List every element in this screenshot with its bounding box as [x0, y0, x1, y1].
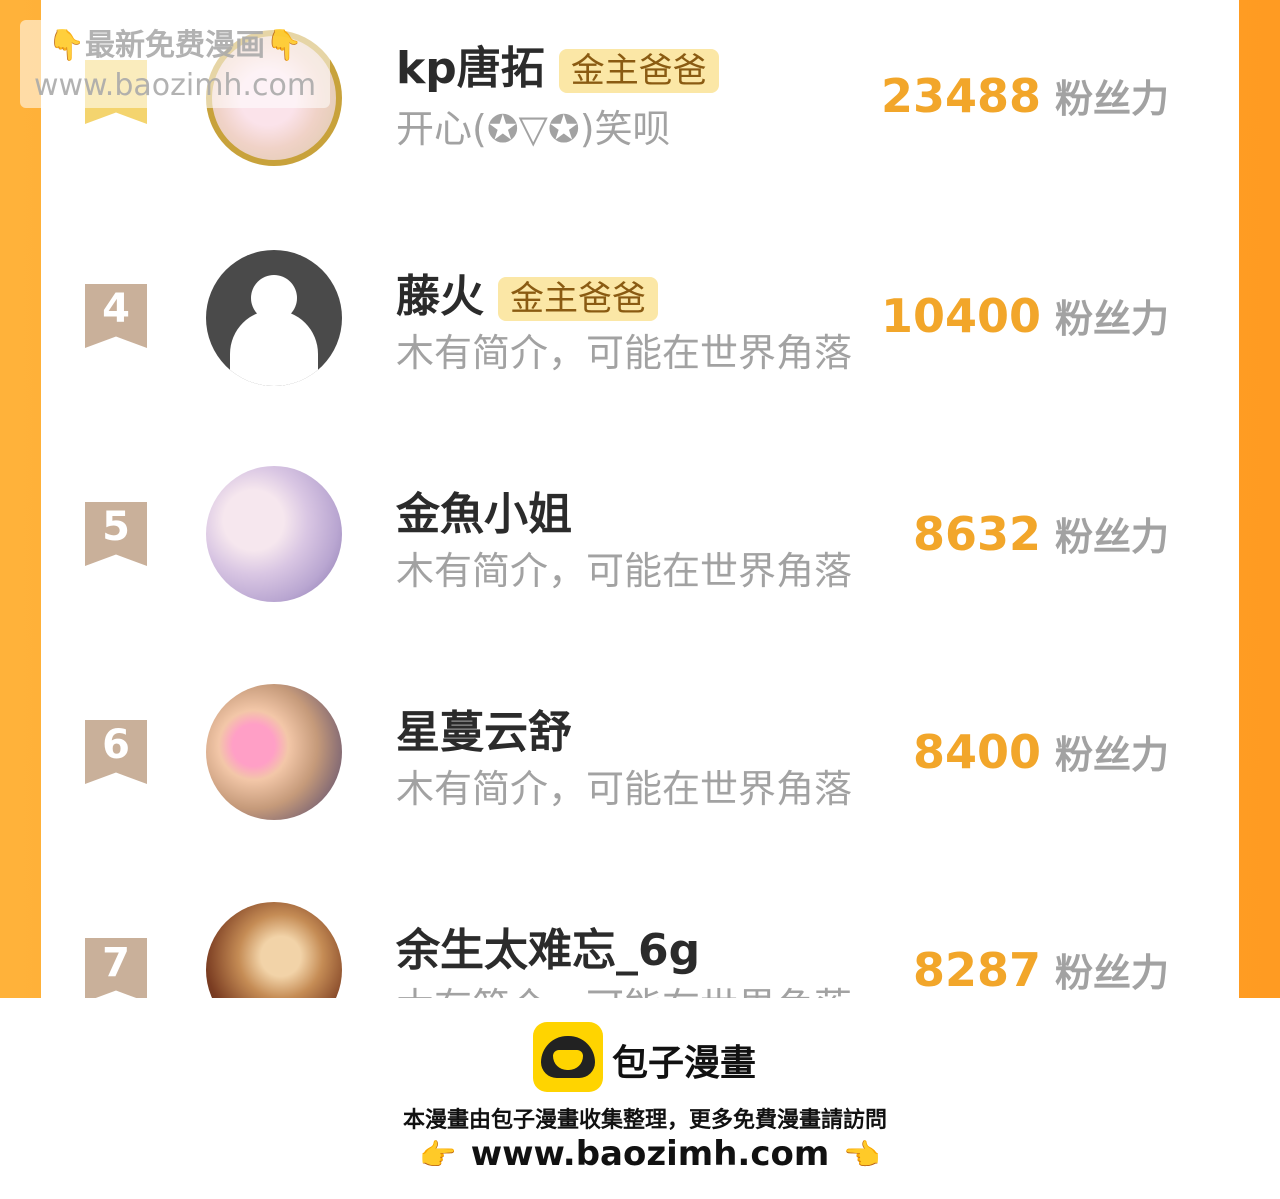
bun-face [553, 1050, 583, 1070]
credit-text: 本漫畫由包子漫畫收集整理，更多免費漫畫請訪問 [402, 1108, 887, 1133]
user-name-text[interactable]: 藤火 [396, 271, 484, 322]
user-name-text[interactable]: 星蔓云舒 [396, 707, 572, 758]
fan-score: 23488 粉丝力 [881, 68, 1169, 123]
fan-score-value: 10400 [880, 289, 1041, 343]
rank-badge: 4 [85, 284, 147, 348]
avatar[interactable] [206, 902, 342, 998]
fan-score-value: 23488 [880, 69, 1041, 123]
fan-score-unit: 粉丝力 [1054, 297, 1169, 341]
fan-score-unit: 粉丝力 [1054, 951, 1169, 995]
bun-shape [541, 1036, 595, 1078]
sponsor-badge: 金主爸爸 [498, 277, 658, 321]
user-name[interactable]: 星蔓云舒 [396, 696, 572, 760]
rank-number: 7 [102, 940, 130, 986]
user-intro: 木有简介，可能在世界角落 [396, 331, 853, 375]
ranking-card: kp唐拓 金主爸爸 开心(✪▽✪)笑呗 23488 粉丝力 4 藤火 金主爸爸 木有简… [41, 0, 1239, 998]
user-name-text[interactable]: kp唐拓 [396, 43, 545, 94]
watermark: 👇最新免费漫画👇 www.baozimh.com [20, 20, 330, 108]
fan-score-unit: 粉丝力 [1054, 515, 1169, 559]
ranking-row[interactable]: 5 金魚小姐 木有简介，可能在世界角落 8632 粉丝力 [41, 426, 1239, 644]
screenshot-stage: kp唐拓 金主爸爸 开心(✪▽✪)笑呗 23488 粉丝力 4 藤火 金主爸爸 木有简… [0, 0, 1280, 1199]
user-intro: 开心(✪▽✪)笑呗 [396, 107, 671, 151]
default-avatar-body [230, 310, 318, 386]
footer: 包子漫畫 本漫畫由包子漫畫收集整理，更多免費漫畫請訪問 👉 www.baozimh… [0, 998, 1280, 1199]
fan-score: 8400 粉丝力 [913, 724, 1169, 779]
user-intro: 木有简介，可能在世界角落 [396, 976, 876, 998]
fan-score: 8632 粉丝力 [913, 506, 1169, 561]
user-name-text[interactable]: 余生太难忘_6g [396, 925, 700, 976]
fan-score-value: 8400 [912, 725, 1041, 779]
fan-score-unit: 粉丝力 [1054, 77, 1169, 121]
site-url-link[interactable]: www.baozimh.com [471, 1134, 830, 1174]
rank-badge: 5 [85, 502, 147, 566]
ranking-row[interactable]: 4 藤火 金主爸爸 木有简介，可能在世界角落 10400 粉丝力 [41, 208, 1239, 426]
fan-score-value: 8632 [912, 507, 1041, 561]
avatar[interactable] [206, 466, 342, 602]
pointing-right-hand-icon: 👉 [419, 1138, 457, 1173]
watermark-line1: 👇最新免费漫画👇 [47, 28, 303, 63]
user-intro: 木有简介，可能在世界角落 [396, 549, 853, 593]
ranking-row[interactable]: 6 星蔓云舒 木有简介，可能在世界角落 8400 粉丝力 [41, 644, 1239, 862]
avatar[interactable] [206, 684, 342, 820]
rank-number: 5 [102, 504, 130, 550]
fan-score-unit: 粉丝力 [1054, 733, 1169, 777]
rank-number: 4 [102, 286, 130, 332]
pointing-left-hand-icon: 👈 [843, 1138, 881, 1173]
user-name[interactable]: 藤火 金主爸爸 [396, 260, 658, 324]
user-intro: 木有简介，可能在世界角落 [396, 767, 853, 811]
avatar-default[interactable] [206, 250, 342, 386]
rank-number: 6 [102, 722, 130, 768]
user-name-text[interactable]: 金魚小姐 [396, 489, 572, 540]
watermark-line2: www.baozimh.com [33, 68, 317, 103]
ranking-row[interactable]: 7 余生太难忘_6g 木有简介，可能在世界角落 8287 粉丝力 [41, 862, 1239, 998]
url-line[interactable]: 👉 www.baozimh.com 👈 [0, 1134, 1280, 1174]
user-name[interactable]: kp唐拓 金主爸爸 [396, 32, 719, 96]
user-name[interactable]: 金魚小姐 [396, 478, 572, 542]
fan-score-value: 8287 [912, 943, 1041, 997]
rank-badge: 6 [85, 720, 147, 784]
baozi-logo-icon [533, 1022, 603, 1092]
fan-score: 10400 粉丝力 [881, 288, 1169, 343]
brand-name: 包子漫畫 [612, 1043, 757, 1084]
sponsor-badge: 金主爸爸 [558, 49, 719, 93]
fan-score: 8287 粉丝力 [913, 942, 1169, 997]
user-name[interactable]: 余生太难忘_6g [396, 914, 700, 978]
rank-badge: 7 [85, 938, 147, 998]
